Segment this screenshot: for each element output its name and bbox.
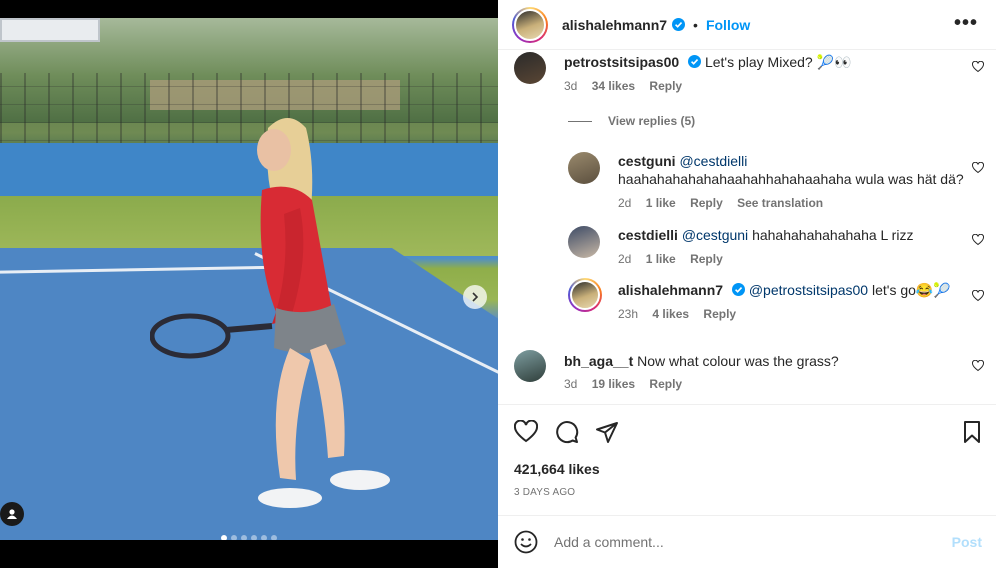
comment-text: cestguni @cestdielli (618, 152, 747, 170)
author-avatar[interactable] (512, 6, 548, 43)
replies-divider (568, 120, 592, 122)
carousel-next-button[interactable] (463, 285, 487, 309)
comment-likes[interactable]: 19 likes (592, 377, 635, 391)
comment-likes[interactable]: 4 likes (652, 307, 689, 321)
comment-username[interactable]: alishalehmann7 (618, 282, 723, 298)
comment-time: 2d (618, 252, 632, 266)
commenter-avatar[interactable] (568, 152, 600, 184)
carousel-dot (231, 535, 237, 540)
reply-button[interactable]: Reply (690, 252, 723, 266)
heart-icon[interactable] (972, 360, 984, 372)
commenter-avatar[interactable] (568, 278, 602, 312)
reply-button[interactable]: Reply (649, 79, 682, 93)
reply-button[interactable]: Reply (690, 196, 723, 210)
follow-button[interactable]: Follow (706, 17, 750, 33)
post-actions: 421,664 likes 3 DAYS AGO (498, 404, 996, 514)
comment-body: Let's play Mixed? 🎾👀 (704, 54, 852, 70)
more-options-button[interactable]: ••• (954, 12, 978, 35)
carousel-dot (221, 535, 227, 540)
comment-meta: 2d 1 like Reply See translation (618, 196, 834, 210)
comment-likes[interactable]: 1 like (646, 196, 676, 210)
chevron-right-icon (472, 292, 479, 302)
comment-text: alishalehmann7 @petrostsitsipas00 let's … (618, 281, 951, 299)
verified-icon (731, 283, 745, 296)
carousel-dot (241, 535, 247, 540)
author-username[interactable]: alishalehmann7 (562, 17, 667, 33)
emoji-icon[interactable] (514, 530, 538, 554)
comment-time: 3d (564, 79, 578, 93)
reply-button[interactable]: Reply (649, 377, 682, 391)
bookmark-icon[interactable] (960, 420, 984, 444)
carousel-dot (271, 535, 277, 540)
view-replies-button[interactable]: View replies (5) (568, 114, 695, 128)
likes-count[interactable]: 421,664 likes (514, 461, 600, 477)
comment-composer: Post (498, 515, 996, 568)
verified-icon (672, 18, 686, 31)
comment-username[interactable]: cestdielli (618, 227, 678, 243)
post-header: alishalehmann7 • Follow ••• (498, 0, 996, 50)
comment-username[interactable]: bh_aga__t (564, 353, 633, 369)
comment-body: Now what colour was the grass? (637, 353, 839, 369)
comment-username[interactable]: petrostsitsipas00 (564, 54, 679, 70)
comment-icon[interactable] (555, 420, 579, 444)
comment-item: petrostsitsipas00 Let's play Mixed? 🎾👀 3… (498, 52, 996, 112)
comment-input[interactable] (554, 534, 952, 550)
basketball-hoop (0, 18, 100, 42)
comment-meta: 2d 1 like Reply (618, 252, 734, 266)
reply-item: alishalehmann7 @petrostsitsipas00 let's … (498, 278, 996, 326)
tennis-player-figure (150, 118, 390, 508)
comment-mention[interactable]: @petrostsitsipas00 (749, 282, 868, 298)
commenter-avatar[interactable] (514, 350, 546, 382)
comment-text: petrostsitsipas00 Let's play Mixed? 🎾👀 (564, 53, 851, 71)
share-icon[interactable] (595, 420, 619, 444)
comment-time: 23h (618, 307, 639, 321)
comment-mention[interactable]: @cestdielli (679, 153, 747, 169)
comment-body: hahahahahahahaha L rizz (752, 227, 914, 243)
comment-text: bh_aga__t Now what colour was the grass? (564, 352, 839, 370)
post-sidebar: alishalehmann7 • Follow ••• petrostsitsi… (498, 0, 996, 568)
heart-icon[interactable] (972, 61, 984, 73)
reply-button[interactable]: Reply (703, 307, 736, 321)
verified-icon (688, 55, 702, 68)
comment-meta: 3d 34 likes Reply (564, 79, 693, 93)
see-translation-button[interactable]: See translation (737, 196, 823, 210)
instagram-post-modal: alishalehmann7 • Follow ••• petrostsitsi… (0, 0, 996, 568)
comment-body: let's go😂🎾 (872, 282, 951, 298)
comment-time: 2d (618, 196, 632, 210)
comment-likes[interactable]: 1 like (646, 252, 676, 266)
post-comment-button[interactable]: Post (952, 534, 982, 550)
comments-list: petrostsitsipas00 Let's play Mixed? 🎾👀 3… (498, 52, 996, 404)
separator-dot: • (693, 16, 698, 33)
commenter-avatar[interactable] (514, 52, 546, 84)
reply-item: cestdielli @cestguni hahahahahahahaha L … (498, 224, 996, 272)
carousel-indicator (0, 535, 498, 540)
heart-icon[interactable] (972, 290, 984, 302)
post-date[interactable]: 3 DAYS AGO (514, 487, 575, 498)
comment-username[interactable]: cestguni (618, 153, 676, 169)
comment-time: 3d (564, 377, 578, 391)
comment-text: cestdielli @cestguni hahahahahahahaha L … (618, 226, 913, 244)
heart-icon[interactable] (514, 420, 538, 444)
reply-item: cestguni @cestdielli haahahahahahahaahah… (498, 150, 996, 216)
user-tag-icon (7, 509, 17, 519)
user-tag-button[interactable] (0, 502, 24, 526)
carousel-dot (261, 535, 267, 540)
comment-meta: 23h 4 likes Reply (618, 307, 747, 321)
commenter-avatar[interactable] (568, 226, 600, 258)
comment-likes[interactable]: 34 likes (592, 79, 635, 93)
heart-icon[interactable] (972, 162, 984, 174)
comment-body: haahahahahahahaahahhahahaahaha wula was … (618, 171, 964, 187)
comment-mention[interactable]: @cestguni (682, 227, 748, 243)
comment-meta: 3d 19 likes Reply (564, 377, 693, 391)
carousel-dot (251, 535, 257, 540)
view-replies-label: View replies (5) (608, 114, 696, 128)
post-photo (0, 18, 498, 540)
heart-icon[interactable] (972, 234, 984, 246)
comment-item: bh_aga__t Now what colour was the grass?… (498, 350, 996, 400)
